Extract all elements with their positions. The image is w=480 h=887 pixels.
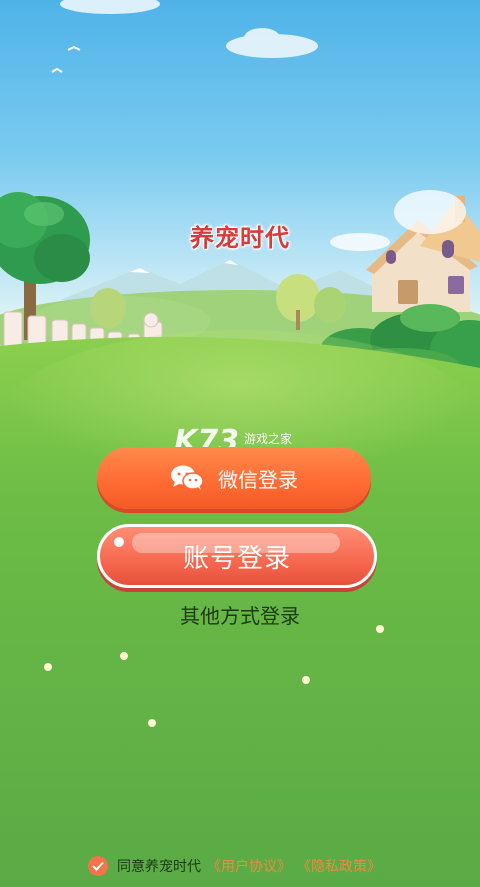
other-login-link[interactable]: 其他方式登录 xyxy=(0,600,480,629)
wechat-icon xyxy=(170,465,204,491)
birds xyxy=(51,45,81,73)
account-login-label: 账号登录 xyxy=(182,543,291,574)
agreement-row: 同意养宠时代 《用户协议》 《隐私政策》 xyxy=(88,854,381,878)
user-agreement-link[interactable]: 《用户协议》 xyxy=(207,856,291,876)
watermark-text: 游戏之家 xyxy=(244,432,293,446)
button-highlight-dot xyxy=(114,537,124,547)
cloud xyxy=(60,0,390,251)
login-screen: 养宠时代 K73 游戏之家 微信登录 账号登录 其他方式登录 同意养宠时代 《用… xyxy=(0,0,480,887)
wechat-login-label: 微信登录 xyxy=(218,467,298,492)
privacy-policy-link[interactable]: 《隐私政策》 xyxy=(297,856,381,876)
wechat-login-button[interactable]: 微信登录 xyxy=(97,447,371,509)
agreement-text: 同意养宠时代 xyxy=(117,859,201,875)
account-login-button[interactable]: 账号登录 xyxy=(97,524,377,588)
check-icon[interactable] xyxy=(88,856,108,876)
app-title: 养宠时代 xyxy=(190,224,290,252)
